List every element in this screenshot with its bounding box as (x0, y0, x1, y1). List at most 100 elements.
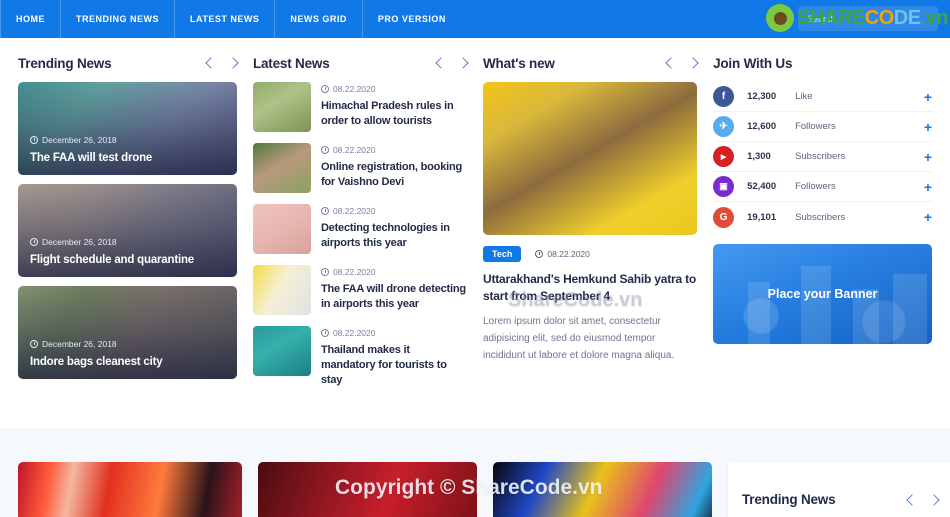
clock-icon (320, 146, 329, 154)
trending-card-date-row: December 26, 2018 (30, 339, 227, 349)
trending-prev-arrow-icon[interactable] (205, 57, 217, 69)
nav-item-home[interactable]: HOME (0, 0, 61, 38)
youtube-label: Subscribers (795, 151, 846, 162)
trending-card-date: December 26, 2018 (42, 237, 117, 247)
list-item-meta: 08.22.2020 Himachal Pradesh rules in ord… (320, 82, 467, 132)
instagram-icon: ▣ (713, 176, 735, 197)
footer-card-2[interactable] (250, 462, 485, 517)
list-item[interactable]: 08.22.2020 Thailand makes it mandatory f… (252, 326, 467, 389)
trending-news-title: Trending News (18, 55, 112, 71)
twitter-count: 12,600 (747, 121, 777, 132)
whats-new-headline[interactable]: Uttarakhand's Hemkund Sahib yatra to sta… (483, 271, 697, 305)
search-input[interactable] (807, 13, 929, 24)
footer-next-arrow-icon[interactable] (928, 493, 940, 506)
whats-new-date-row: 08.22.2020 (535, 249, 590, 259)
list-item-thumbnail (252, 82, 311, 132)
clock-icon (320, 85, 329, 93)
join-with-us-header: Join With Us (713, 38, 932, 74)
latest-prev-arrow-icon[interactable] (435, 57, 447, 69)
twitter-label: Followers (795, 121, 836, 132)
trending-card-date-row: December 26, 2018 (30, 135, 227, 145)
list-item[interactable]: 08.22.2020 Himachal Pradesh rules in ord… (252, 82, 467, 132)
facebook-plus-icon[interactable]: + (924, 90, 932, 104)
trending-card-title[interactable]: Indore bags cleanest city (30, 356, 227, 368)
trending-news-column: Trending News December 26, 2018 The FAA … (10, 38, 245, 400)
list-item-date-row: 08.22.2020 (320, 145, 467, 155)
list-item-date: 08.22.2020 (332, 84, 376, 94)
google-plus-count: 19,101 (747, 211, 777, 223)
trending-card[interactable]: December 26, 2018 The FAA will test dron… (18, 82, 237, 175)
social-stats-card: f 12,300 Like + ✈ 12,600 Followers + ▶ 1… (713, 82, 932, 232)
castle-tower (892, 274, 927, 344)
list-item-date-row: 08.22.2020 (320, 267, 467, 277)
join-with-us-column: Join With Us f 12,300 Like + ✈ 12,600 Fo… (705, 38, 940, 400)
social-row-google-plus[interactable]: G 19,101 Subscribers + (713, 202, 932, 232)
nav-item-latest-news[interactable]: LATEST NEWS (175, 0, 276, 38)
social-row-twitter[interactable]: ✈ 12,600 Followers + (713, 112, 932, 142)
place-your-banner-ad[interactable]: Place your Banner (713, 244, 932, 344)
list-item-date-row: 08.22.2020 (320, 84, 467, 94)
google-plus-plus-icon[interactable]: + (924, 210, 932, 224)
top-navigation-bar: HOME TRENDING NEWS LATEST NEWS NEWS GRID… (0, 0, 950, 38)
facebook-icon: f (713, 86, 735, 107)
youtube-count: 1,300 (747, 151, 771, 162)
trending-card[interactable]: December 26, 2018 Indore bags cleanest c… (18, 286, 237, 379)
list-item-thumbnail (252, 326, 311, 376)
whats-new-hero-image[interactable] (483, 82, 698, 235)
list-item-meta: 08.22.2020 Thailand makes it mandatory f… (320, 326, 467, 389)
list-item-meta: 08.22.2020 Online registration, booking … (320, 143, 467, 193)
google-plus-label: Subscribers (795, 211, 846, 223)
footer-card-1[interactable] (10, 462, 250, 517)
google-plus-icon: G (713, 206, 735, 228)
footer-image-1 (18, 462, 242, 517)
clock-icon (30, 238, 38, 246)
list-item[interactable]: 08.22.2020 Detecting technologies in air… (252, 204, 467, 254)
whats-new-excerpt: Lorem ipsum dolor sit amet, consectetur … (483, 316, 675, 361)
trending-card[interactable]: December 26, 2018 Flight schedule and qu… (18, 184, 237, 277)
whats-new-prev-arrow-icon[interactable] (665, 57, 677, 69)
banner-text: Place your Banner (767, 287, 878, 301)
trending-news-header: Trending News (18, 38, 239, 74)
social-row-facebook[interactable]: f 12,300 Like + (713, 82, 932, 112)
list-item-date: 08.22.2020 (332, 145, 376, 155)
list-item[interactable]: 08.22.2020 The FAA will drone detecting … (252, 265, 467, 315)
social-row-youtube[interactable]: ▶ 1,300 Subscribers + (713, 142, 932, 172)
latest-next-arrow-icon[interactable] (457, 57, 469, 69)
join-with-us-title: Join With Us (713, 55, 793, 71)
trending-next-arrow-icon[interactable] (227, 57, 239, 69)
search-box[interactable] (798, 6, 938, 31)
instagram-plus-icon[interactable]: + (924, 180, 932, 194)
nav-item-news-grid[interactable]: NEWS GRID (275, 0, 363, 38)
trending-card-date: December 26, 2018 (42, 339, 117, 349)
social-row-instagram[interactable]: ▣ 52,400 Followers + (713, 172, 932, 202)
footer-strip: Trending News (0, 428, 950, 517)
trending-card-body: December 26, 2018 The FAA will test dron… (30, 135, 227, 164)
list-item-title[interactable]: Detecting technologies in airports this … (321, 221, 467, 251)
list-item-thumbnail (252, 143, 311, 193)
trending-card-title[interactable]: The FAA will test drone (30, 152, 227, 164)
whats-new-date: 08.22.2020 (547, 249, 590, 259)
instagram-count: 52,400 (747, 181, 777, 192)
category-tag-tech[interactable]: Tech (483, 246, 522, 262)
footer-prev-arrow-icon[interactable] (906, 493, 918, 506)
trending-card-body: December 26, 2018 Indore bags cleanest c… (30, 339, 227, 368)
footer-card-3[interactable] (485, 462, 720, 517)
facebook-label: Like (795, 91, 813, 102)
trending-card-title[interactable]: Flight schedule and quarantine (30, 254, 227, 266)
list-item-title[interactable]: The FAA will drone detecting in airports… (321, 282, 467, 312)
list-item-title[interactable]: Himachal Pradesh rules in order to allow… (321, 99, 467, 129)
youtube-plus-icon[interactable]: + (924, 150, 932, 164)
list-item[interactable]: 08.22.2020 Online registration, booking … (252, 143, 467, 193)
trending-news-arrows (205, 57, 239, 69)
twitter-plus-icon[interactable]: + (924, 120, 932, 134)
clock-icon (320, 268, 329, 276)
footer-trending-panel-wrap: Trending News (720, 462, 950, 517)
list-item-meta: 08.22.2020 The FAA will drone detecting … (320, 265, 467, 315)
nav-item-trending-news[interactable]: TRENDING NEWS (61, 0, 175, 38)
list-item-title[interactable]: Thailand makes it mandatory for tourists… (321, 343, 467, 389)
nav-item-pro-version[interactable]: PRO VERSION (363, 0, 461, 38)
list-item-title[interactable]: Online registration, booking for Vaishno… (321, 160, 467, 190)
main-content: Trending News December 26, 2018 The FAA … (0, 38, 950, 400)
clock-icon (30, 340, 38, 348)
whats-new-next-arrow-icon[interactable] (687, 57, 699, 69)
